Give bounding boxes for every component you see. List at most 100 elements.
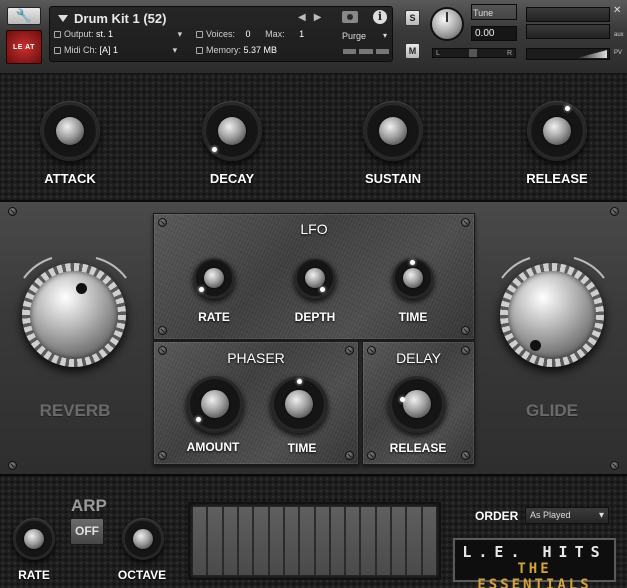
output-dropdown-arrow-icon[interactable]: ▾	[178, 29, 183, 39]
instrument-header: 🔧 LE AT Drum Kit 1 (52) ◀▶ i Output: st.…	[0, 0, 627, 74]
reverb-label: REVERB	[39, 401, 111, 420]
decay-label: DECAY	[209, 171, 255, 186]
arp-octave-knob-cap	[132, 528, 154, 550]
memory-label: Memory:	[206, 45, 242, 55]
phaser-panel: PHASER	[153, 341, 359, 465]
mute-button[interactable]: M	[405, 43, 420, 59]
midi-dropdown-arrow-icon[interactable]: ▾	[173, 45, 178, 55]
instrument-name[interactable]: Drum Kit 1 (52)	[74, 11, 166, 26]
decay-indicator	[212, 147, 217, 152]
volume-slider[interactable]	[526, 48, 610, 60]
seq-step[interactable]	[254, 507, 268, 575]
seq-step[interactable]	[193, 507, 207, 575]
phaser-time-knob[interactable]	[270, 375, 328, 433]
seq-step[interactable]	[223, 507, 237, 575]
aux-label[interactable]: aux	[614, 32, 624, 38]
decay-knob[interactable]	[202, 101, 262, 161]
screw-icon	[158, 326, 167, 335]
glide-label: GLIDE	[526, 401, 578, 420]
seq-step[interactable]	[208, 507, 222, 575]
lfo-time-knob[interactable]	[392, 257, 434, 299]
attack-label: ATTACK	[44, 171, 96, 186]
screw-icon	[8, 207, 17, 216]
midi-label: Midi Ch:	[64, 45, 98, 55]
close-icon[interactable]: ✕	[613, 5, 621, 16]
seq-step[interactable]	[361, 507, 375, 575]
reverb-knob-face	[30, 271, 118, 359]
seq-step[interactable]	[300, 507, 314, 575]
tune-label: Tune	[473, 8, 494, 18]
delay-title: DELAY	[396, 350, 441, 366]
purge-dropdown[interactable]: Purge	[339, 29, 389, 43]
voices-icon	[196, 31, 203, 38]
arp-rate-knob[interactable]	[13, 518, 55, 560]
seq-step[interactable]	[422, 507, 436, 575]
arp-octave-label: OCTAVE	[117, 568, 167, 582]
release-indicator	[565, 106, 570, 111]
phaser-amount-indicator	[196, 417, 201, 422]
lfo-rate-knob[interactable]	[193, 257, 235, 299]
instrument-logo[interactable]: LE AT	[6, 30, 42, 64]
tune-value[interactable]: 0.00	[471, 26, 517, 41]
memory-row: Memory: 5.37 MB	[196, 45, 277, 55]
collapse-triangle-icon[interactable]	[58, 15, 68, 22]
arp-octave-knob[interactable]	[122, 518, 164, 560]
screw-icon	[345, 451, 354, 460]
solo-button[interactable]: S	[405, 10, 420, 26]
pan-slider[interactable]: L R	[432, 48, 516, 58]
glide-knob-face	[508, 271, 596, 359]
glide-knob[interactable]	[500, 263, 604, 367]
purge-indicator	[343, 49, 389, 54]
level-meter-left	[526, 7, 610, 22]
instrument-nav-arrows[interactable]: ◀▶	[298, 12, 329, 23]
screw-icon	[367, 451, 376, 460]
arp-title: ARP	[71, 496, 107, 515]
lfo-rate-indicator	[199, 287, 204, 292]
max-label: Max:	[265, 29, 285, 39]
attack-knob[interactable]	[40, 101, 100, 161]
seq-step[interactable]	[330, 507, 345, 575]
output-value: st. 1	[96, 29, 114, 39]
order-label: ORDER	[475, 509, 519, 523]
release-knob[interactable]	[527, 101, 587, 161]
wrench-icon[interactable]: 🔧	[7, 7, 41, 25]
sustain-knob[interactable]	[363, 101, 423, 161]
pv-label[interactable]: PV	[614, 50, 622, 56]
release-knob-cap	[542, 116, 572, 146]
max-value[interactable]: 1	[299, 29, 304, 39]
seq-step[interactable]	[238, 507, 253, 575]
seq-step[interactable]	[269, 507, 283, 575]
pan-handle[interactable]	[469, 49, 478, 57]
seq-step[interactable]	[392, 507, 406, 575]
arp-rate-knob-cap	[23, 528, 45, 550]
output-row[interactable]: Output: st. 1 ▾	[54, 29, 182, 40]
brand-line1: L.E. HITS	[462, 543, 607, 561]
phaser-amount-knob[interactable]	[186, 375, 244, 433]
instrument-info-panel: Drum Kit 1 (52) ◀▶ i Output: st. 1 ▾ Voi…	[49, 6, 393, 62]
phaser-time-indicator	[297, 379, 302, 384]
lfo-depth-label: DEPTH	[294, 310, 336, 324]
info-icon[interactable]: i	[373, 10, 387, 24]
seq-step[interactable]	[376, 507, 391, 575]
tune-knob[interactable]	[430, 7, 464, 41]
delay-release-knob[interactable]	[388, 375, 446, 433]
screw-icon	[610, 207, 619, 216]
arp-toggle-button[interactable]: OFF	[70, 518, 104, 545]
voices-label: Voices:	[206, 29, 236, 39]
order-dropdown[interactable]: As Played	[525, 507, 609, 524]
seq-step[interactable]	[315, 507, 329, 575]
seq-step[interactable]	[407, 507, 421, 575]
phaser-title: PHASER	[227, 350, 285, 366]
lfo-depth-knob-cap	[304, 267, 326, 289]
delay-release-indicator	[400, 397, 405, 402]
seq-step[interactable]	[346, 507, 360, 575]
lfo-depth-knob[interactable]	[294, 257, 336, 299]
pan-right-label: R	[506, 49, 512, 57]
reverb-knob[interactable]	[22, 263, 126, 367]
arp-step-sequencer[interactable]	[188, 502, 441, 580]
midi-value: [A] 1	[99, 45, 119, 55]
midi-row[interactable]: Midi Ch: [A] 1 ▾	[54, 45, 177, 56]
logo-text: LE AT	[13, 43, 35, 51]
camera-icon[interactable]	[342, 11, 358, 23]
seq-step[interactable]	[284, 507, 299, 575]
